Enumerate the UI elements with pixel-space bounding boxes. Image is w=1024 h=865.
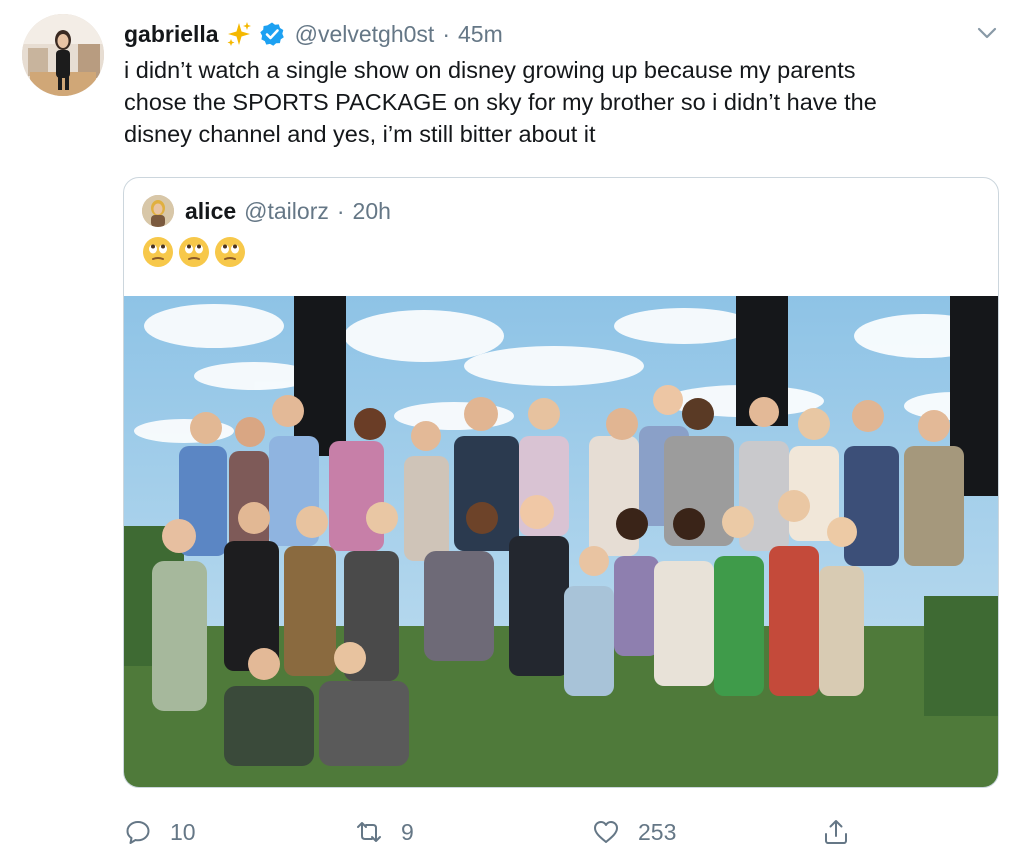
heart-icon <box>594 821 618 843</box>
author-avatar[interactable] <box>22 14 104 96</box>
quoted-tweet-photo[interactable] <box>124 296 998 787</box>
separator-dot: · <box>336 197 345 224</box>
retweet-button[interactable]: 9 <box>355 812 414 852</box>
reply-icon <box>126 821 150 844</box>
retweet-icon <box>357 822 381 842</box>
share-icon <box>825 820 847 844</box>
chevron-down-icon[interactable] <box>974 20 1000 46</box>
reply-count: 10 <box>170 818 196 845</box>
sparkles-icon <box>225 20 253 48</box>
tweet-action-bar: 10 9 253 <box>0 812 1024 852</box>
share-button[interactable] <box>822 812 850 852</box>
like-button[interactable]: 253 <box>592 812 676 852</box>
tweet-timestamp[interactable]: 45m <box>458 21 503 48</box>
verified-badge-icon <box>259 21 285 47</box>
quoted-tweet-card[interactable]: alice @tailorz · 20h <box>123 177 999 788</box>
reply-button[interactable]: 10 <box>124 812 196 852</box>
like-count: 253 <box>638 818 677 845</box>
rolling-eyes-emoji-icon <box>215 237 245 267</box>
rolling-eyes-emoji-icon <box>143 237 173 267</box>
author-name[interactable]: gabriella <box>124 21 219 48</box>
tweet-text: i didn’t watch a single show on disney g… <box>124 57 877 147</box>
quoted-tweet-header: alice @tailorz · 20h <box>185 194 391 228</box>
quoted-author-name[interactable]: alice <box>185 198 236 225</box>
quoted-tweet-emojis <box>142 236 246 268</box>
quoted-tweet-timestamp[interactable]: 20h <box>353 198 391 225</box>
separator-dot: · <box>442 20 450 47</box>
retweet-count: 9 <box>401 818 414 845</box>
quoted-author-avatar[interactable] <box>142 195 174 227</box>
rolling-eyes-emoji-icon <box>179 237 209 267</box>
author-handle[interactable]: @velvetgh0st <box>295 21 435 48</box>
tweet-header: gabriella @velvetgh0st · 45m <box>124 18 503 50</box>
quoted-author-handle[interactable]: @tailorz <box>244 198 329 225</box>
